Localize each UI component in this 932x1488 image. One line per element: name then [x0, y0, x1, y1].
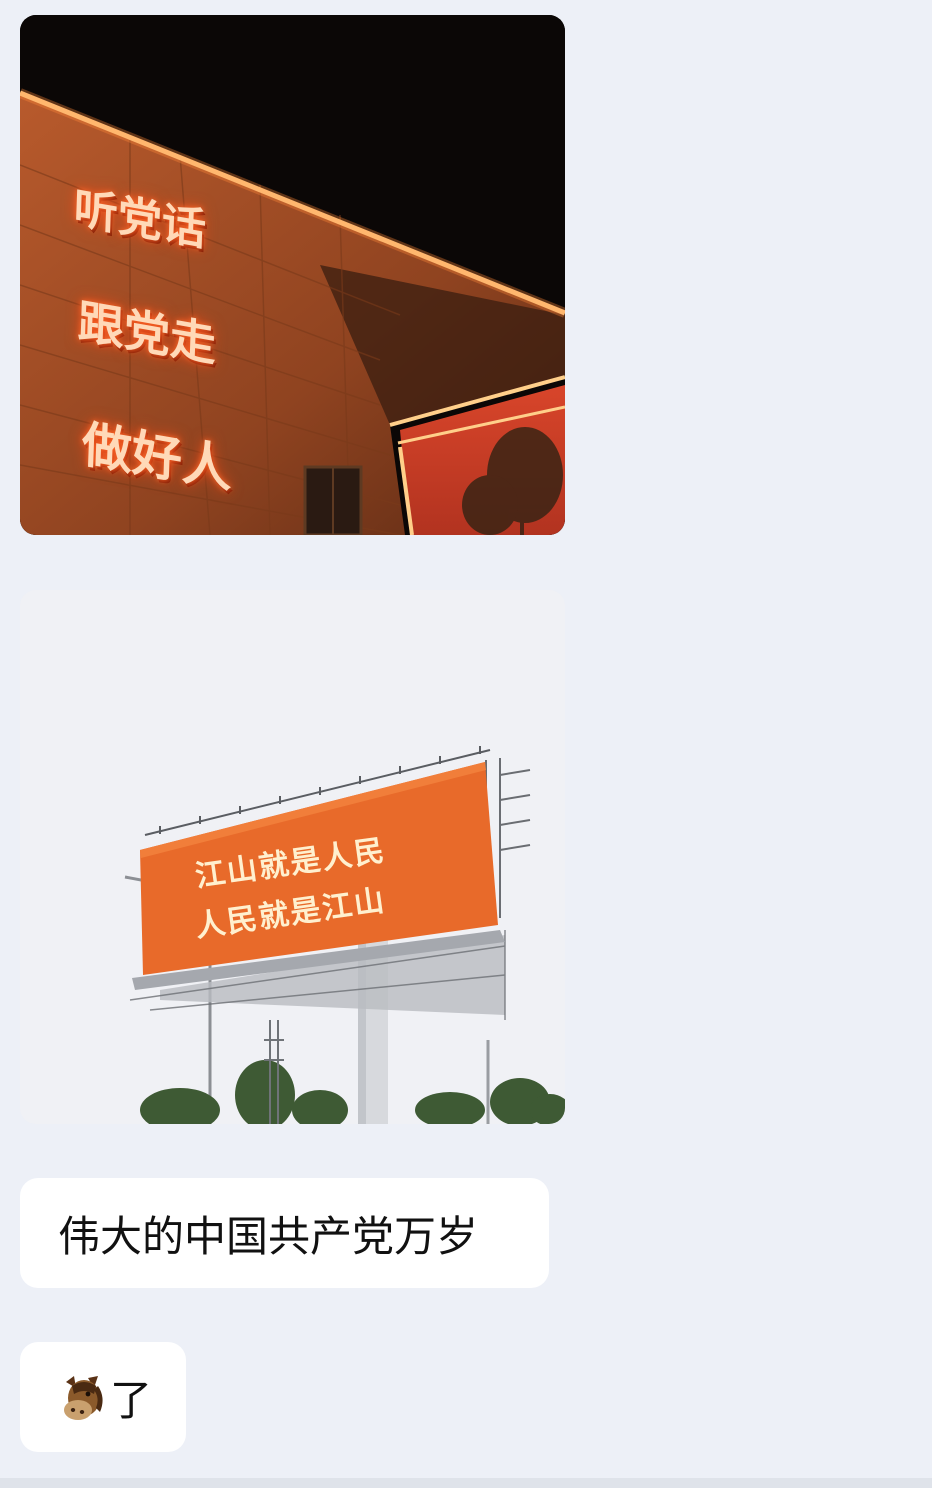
message-image-billboard[interactable]: 江山就是人民 人民就是江山 — [20, 590, 565, 1124]
bottom-divider — [0, 1478, 932, 1488]
message-bubble-emoji[interactable]: 了 — [20, 1342, 186, 1452]
message-bubble-text[interactable]: 伟大的中国共产党万岁 — [20, 1178, 549, 1288]
message-text: 了 — [110, 1375, 153, 1425]
message-image-neon-sign[interactable]: 听党话 跟党走 做好人 — [20, 15, 565, 535]
message-text: 伟大的中国共产党万岁 — [58, 1211, 479, 1261]
horse-face-icon — [58, 1372, 108, 1422]
